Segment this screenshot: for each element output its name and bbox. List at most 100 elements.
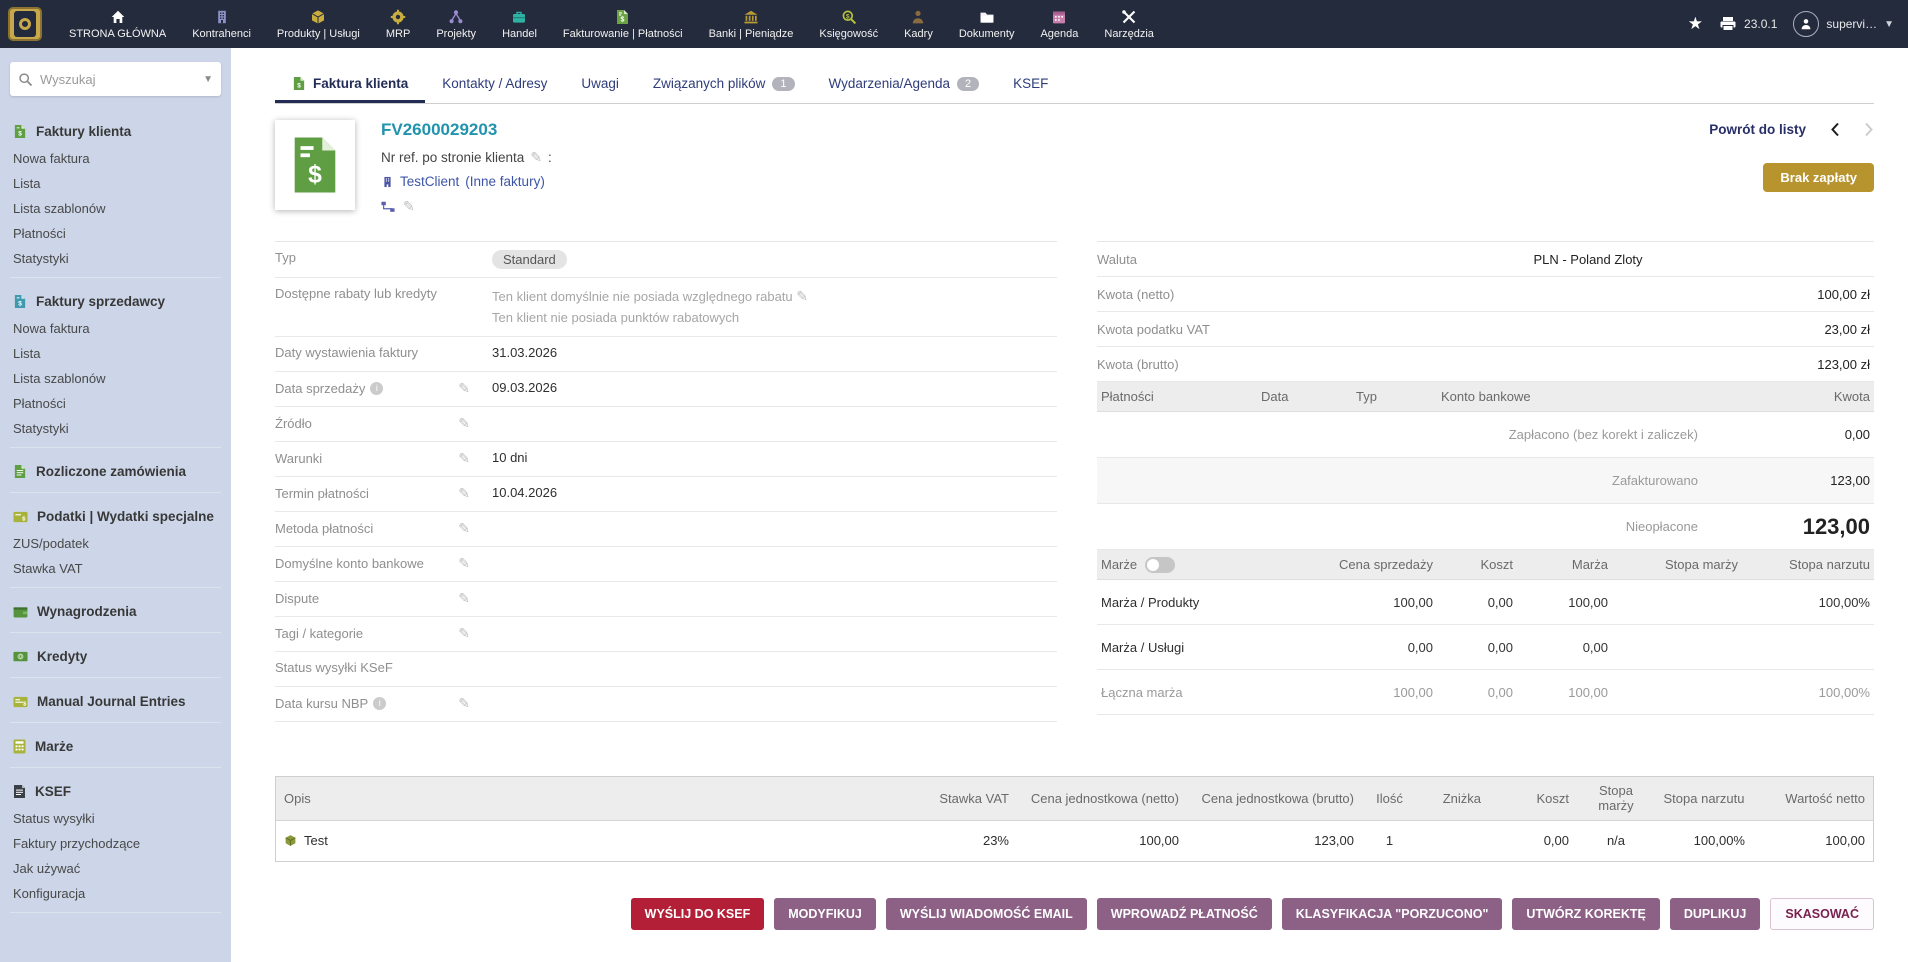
nav-item-fakturowanie[interactable]: $ Fakturowanie | Płatności	[550, 0, 696, 48]
bookmark-star-icon[interactable]: ★	[1688, 14, 1703, 34]
folder-icon	[979, 8, 995, 25]
nav-item-dokumenty[interactable]: Dokumenty	[946, 0, 1028, 48]
svg-text:0: 0	[19, 654, 22, 660]
mrp-icon	[390, 8, 406, 25]
sidebar-section-title[interactable]: 0 Kredyty	[0, 643, 231, 671]
send-email-button[interactable]: WYŚLIJ WIADOMOŚĆ EMAIL	[886, 898, 1087, 930]
nav-label: MRP	[386, 28, 410, 40]
client-link[interactable]: TestClient	[400, 174, 459, 189]
payments-row-zafakturowano: Zafakturowano 123,00	[1097, 458, 1874, 504]
nav-item-produkty-uslugi[interactable]: Produkty | Usługi	[264, 0, 373, 48]
tab-uwagi[interactable]: Uwagi	[564, 66, 636, 103]
sidebar-item-status-wysylki[interactable]: Status wysyłki	[0, 806, 231, 831]
nav-item-handel[interactable]: Handel	[489, 0, 550, 48]
edit-pencil-icon[interactable]	[458, 555, 470, 572]
previous-record-icon[interactable]	[1830, 122, 1840, 137]
tab-wydarzenia-agenda[interactable]: Wydarzenia/Agenda 2	[812, 66, 997, 103]
margins-toggle[interactable]	[1145, 557, 1175, 573]
sidebar-item-lista-szablonow[interactable]: Lista szablonów	[0, 366, 231, 391]
field-row-rabaty: Dostępne rabaty lub kredyty Ten klient d…	[275, 278, 1057, 337]
sidebar-item-faktury-przychodzace[interactable]: Faktury przychodzące	[0, 831, 231, 856]
edit-pencil-icon[interactable]	[458, 590, 470, 607]
nav-item-strona-glowna[interactable]: STRONA GŁÓWNA	[56, 0, 179, 48]
nav-item-ksiegowosc[interactable]: $ Księgowość	[806, 0, 891, 48]
nav-item-agenda[interactable]: Agenda	[1027, 0, 1091, 48]
edit-pencil-icon[interactable]	[458, 485, 470, 502]
sidebar-section-title[interactable]: $ Manual Journal Entries	[0, 688, 231, 716]
edit-pencil-icon[interactable]	[458, 520, 470, 537]
user-menu[interactable]: supervi… ▼	[1793, 11, 1894, 37]
info-icon: i	[370, 382, 383, 395]
svg-text:$: $	[297, 83, 301, 90]
sidebar-section-title[interactable]: Rozliczone zamówienia	[0, 458, 231, 486]
sidebar-item-lista-szablonow[interactable]: Lista szablonów	[0, 196, 231, 221]
sidebar-section-title[interactable]: Wynagrodzenia	[0, 598, 231, 626]
modify-button[interactable]: MODYFIKUJ	[774, 898, 876, 930]
svg-text:$: $	[846, 13, 850, 20]
edit-pencil-icon[interactable]	[458, 695, 470, 712]
sidebar-item-platnosci[interactable]: Płatności	[0, 221, 231, 246]
sidebar-item-nowa-faktura[interactable]: Nowa faktura	[0, 146, 231, 171]
sidebar-item-lista[interactable]: Lista	[0, 341, 231, 366]
search-dropdown-caret-icon[interactable]: ▼	[203, 74, 213, 85]
field-row-typ: Typ Standard	[275, 242, 1057, 278]
edit-pencil-icon[interactable]	[530, 149, 542, 166]
field-row-dispute: Dispute	[275, 582, 1057, 617]
app-logo[interactable]	[8, 7, 42, 41]
edit-pencil-icon[interactable]	[403, 198, 415, 215]
next-record-icon[interactable]	[1864, 122, 1874, 137]
tab-kontakty-adresy[interactable]: Kontakty / Adresy	[425, 66, 564, 103]
sidebar-section-title[interactable]: Marże	[0, 733, 231, 761]
client-other-invoices-link[interactable]: (Inne faktury)	[465, 174, 545, 189]
search-input[interactable]	[40, 72, 203, 87]
send-to-ksef-button[interactable]: WYŚLIJ DO KSEF	[631, 898, 765, 930]
classify-abandoned-button[interactable]: KLASYFIKACJA "PORZUCONO"	[1282, 898, 1503, 930]
sidebar-section-title[interactable]: $ Podatki | Wydatki specjalne	[0, 503, 231, 531]
enter-payment-button[interactable]: WPROWADŹ PŁATNOŚĆ	[1097, 898, 1272, 930]
nav-label: Projekty	[436, 28, 476, 40]
edit-pencil-icon[interactable]	[458, 415, 470, 432]
delete-button[interactable]: SKASOWAĆ	[1770, 898, 1874, 930]
duplicate-button[interactable]: DUPLIKUJ	[1670, 898, 1761, 930]
tab-zwiazanych-plikow[interactable]: Związanych plików 1	[636, 66, 812, 103]
sidebar-item-konfiguracja[interactable]: Konfiguracja	[0, 881, 231, 906]
sidebar-item-stawka-vat[interactable]: Stawka VAT	[0, 556, 231, 581]
nav-item-kadry[interactable]: Kadry	[891, 0, 946, 48]
invoice-icon: $	[292, 76, 306, 91]
calendar-icon	[1051, 8, 1067, 25]
nav-item-kontrahenci[interactable]: Kontrahenci	[179, 0, 264, 48]
lines-table-header: Opis Stawka VAT Cena jednostkowa (netto)…	[276, 777, 1873, 821]
print-icon[interactable]	[1719, 16, 1737, 32]
line-row[interactable]: Test 23% 100,00 123,00 1 0,00 n/a 100,00…	[276, 821, 1873, 861]
edit-pencil-icon[interactable]	[458, 450, 470, 467]
project-link-icon[interactable]	[381, 201, 395, 213]
edit-pencil-icon[interactable]	[796, 289, 808, 304]
field-row-data-kursu-nbp: Data kursu NBPi	[275, 687, 1057, 722]
sidebar-section-title[interactable]: $ Faktury sprzedawcy	[0, 288, 231, 316]
divider	[10, 632, 221, 633]
create-credit-note-button[interactable]: UTWÓRZ KOREKTĘ	[1512, 898, 1659, 930]
back-to-list-link[interactable]: Powrót do listy	[1709, 122, 1806, 137]
sidebar-item-lista[interactable]: Lista	[0, 171, 231, 196]
sidebar-section-title[interactable]: KSEF	[0, 778, 231, 806]
nav-item-banki[interactable]: Banki | Pieniądze	[696, 0, 807, 48]
sidebar-item-jak-uzywac[interactable]: Jak używać	[0, 856, 231, 881]
invoice-thumbnail[interactable]: $	[275, 120, 355, 210]
sidebar-item-statystyki[interactable]: Statystyki	[0, 246, 231, 271]
divider	[10, 447, 221, 448]
edit-pencil-icon[interactable]	[458, 625, 470, 642]
edit-pencil-icon[interactable]	[458, 380, 470, 397]
sidebar-item-zus-podatek[interactable]: ZUS/podatek	[0, 531, 231, 556]
nav-item-projekty[interactable]: Projekty	[423, 0, 489, 48]
sidebar-section-title[interactable]: $ Faktury klienta	[0, 118, 231, 146]
tab-ksef[interactable]: KSEF	[996, 66, 1065, 103]
nav-label: STRONA GŁÓWNA	[69, 28, 166, 40]
sidebar-item-nowa-faktura[interactable]: Nowa faktura	[0, 316, 231, 341]
sidebar-search[interactable]: ▼	[10, 62, 221, 96]
nav-item-mrp[interactable]: MRP	[373, 0, 423, 48]
events-count-badge: 2	[957, 77, 979, 91]
nav-item-narzedzia[interactable]: Narzędzia	[1091, 0, 1167, 48]
sidebar-item-statystyki[interactable]: Statystyki	[0, 416, 231, 441]
tab-faktura-klienta[interactable]: $ Faktura klienta	[275, 66, 425, 103]
sidebar-item-platnosci[interactable]: Płatności	[0, 391, 231, 416]
